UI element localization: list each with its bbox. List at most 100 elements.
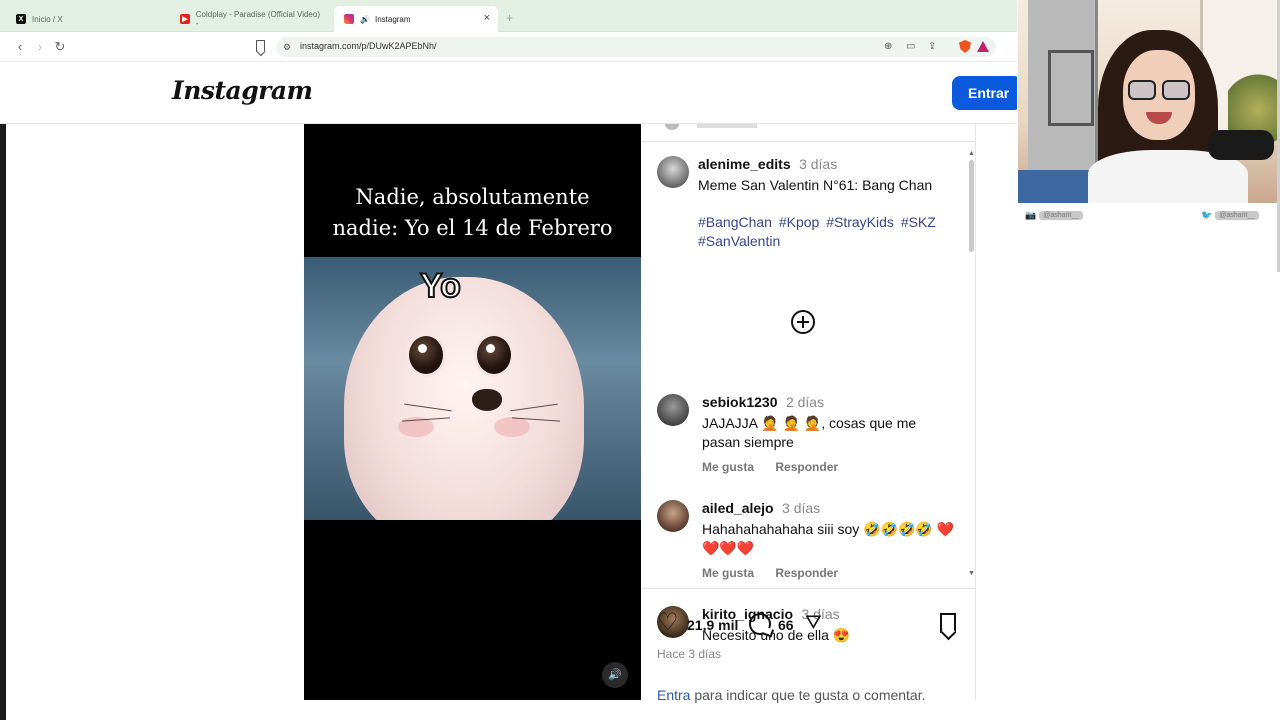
zoom-icon[interactable]: ⊕ bbox=[884, 41, 892, 52]
new-tab-button[interactable]: + bbox=[506, 11, 513, 25]
webcam-feed bbox=[1018, 0, 1280, 203]
hashtag-link[interactable]: #SanValentin bbox=[698, 233, 780, 249]
bookmark-icon[interactable] bbox=[256, 40, 265, 52]
author-avatar bbox=[665, 124, 679, 130]
seal-image: Yo bbox=[304, 257, 641, 520]
microphone bbox=[1208, 130, 1274, 160]
comments-scrollbar[interactable]: ▲ ▼ bbox=[968, 150, 976, 580]
instagram-logo[interactable]: Instagram bbox=[172, 76, 313, 105]
streamer-glasses bbox=[1128, 80, 1190, 100]
forward-icon[interactable]: › bbox=[32, 39, 48, 55]
page-edge bbox=[0, 124, 6, 720]
hashtag-link[interactable]: #StrayKids bbox=[826, 214, 894, 230]
meme-caption: Nadie, absolutamente nadie: Yo el 14 de … bbox=[304, 182, 641, 244]
whisker bbox=[404, 403, 452, 412]
instagram-icon bbox=[344, 14, 354, 24]
like-comment-button[interactable]: Me gusta bbox=[702, 566, 754, 580]
site-info-icon[interactable]: ⚙ bbox=[283, 42, 291, 53]
caption-time: 3 días bbox=[799, 156, 838, 172]
seal-nose bbox=[472, 389, 502, 411]
post-author-header bbox=[641, 124, 976, 142]
comments-count: 66 bbox=[778, 617, 794, 633]
avatar[interactable] bbox=[657, 156, 689, 188]
meme-label-yo: Yo bbox=[419, 266, 462, 306]
login-button[interactable]: Entrar bbox=[952, 76, 1022, 110]
like-comment-button[interactable]: Me gusta bbox=[702, 460, 754, 474]
reload-icon[interactable]: ↻ bbox=[52, 39, 68, 55]
speaker-icon[interactable]: 🔊 bbox=[360, 15, 370, 24]
speaker-icon[interactable]: 🔊 bbox=[602, 662, 628, 688]
hashtag-link[interactable]: #BangChan bbox=[698, 214, 772, 230]
brave-rewards-icon[interactable] bbox=[977, 41, 989, 52]
avatar[interactable] bbox=[657, 394, 689, 426]
scroll-up-icon[interactable]: ▲ bbox=[968, 150, 975, 157]
post-date: Hace 3 días bbox=[657, 647, 722, 661]
instagram-social-icon: 📷 bbox=[1025, 209, 1037, 220]
x-logo-icon: X bbox=[16, 14, 26, 24]
meme-caption-line-2: nadie: Yo el 14 de Febrero bbox=[332, 216, 613, 240]
login-prompt-text: para indicar que te gusta o comentar. bbox=[690, 687, 926, 703]
tab-x[interactable]: X Inicio / X bbox=[6, 6, 166, 32]
browser-toolbar: ‹ › ↻ ⚙ instagram.com/p/DUwK2APEbNh/ ⊕ ▭… bbox=[0, 32, 1017, 62]
tab-title: Coldplay - Paradise (Official Video) - bbox=[195, 10, 320, 28]
instagram-page: Instagram Entrar Nadie, absolutamente na… bbox=[0, 62, 1022, 720]
heart-icon[interactable]: ♡ bbox=[657, 611, 679, 635]
reply-button[interactable]: Responder bbox=[775, 566, 838, 580]
tab-youtube[interactable]: ▶ Coldplay - Paradise (Official Video) - bbox=[170, 6, 332, 32]
browser-tab-bar: X Inicio / X ▶ Coldplay - Paradise (Offi… bbox=[0, 0, 1017, 32]
cast-icon[interactable]: ▭ bbox=[906, 41, 915, 52]
seal-figure bbox=[344, 277, 584, 520]
load-more-comments-icon[interactable] bbox=[791, 310, 815, 334]
post-media[interactable]: Nadie, absolutamente nadie: Yo el 14 de … bbox=[304, 124, 641, 700]
stream-overlay: 📷 @asharit__ 🐦 @asharit__ bbox=[1017, 0, 1280, 720]
comment-username[interactable]: sebiok1230 bbox=[702, 394, 778, 410]
social-handle-text: @asharit__ bbox=[1215, 210, 1260, 220]
bookmark-save-icon[interactable] bbox=[940, 613, 956, 633]
comment-time: 3 días bbox=[782, 500, 821, 516]
screen: X Inicio / X ▶ Coldplay - Paradise (Offi… bbox=[0, 0, 1280, 720]
address-bar[interactable]: ⚙ instagram.com/p/DUwK2APEbNh/ ⊕ ▭ ⇪ bbox=[276, 37, 996, 57]
comment-username[interactable]: ailed_alejo bbox=[702, 500, 774, 516]
post-action-bar: ♡ 21,9 mil 66 ⛛ Hace 3 días Entra para i… bbox=[641, 588, 976, 703]
login-prompt: Entra para indicar que te gusta o coment… bbox=[657, 687, 926, 703]
twitter-social-icon: 🐦 bbox=[1201, 209, 1213, 220]
whisker bbox=[510, 403, 558, 412]
hashtags: #BangChan #Kpop #StrayKids #SKZ #SanVale… bbox=[698, 213, 958, 251]
close-tab-icon[interactable]: × bbox=[484, 12, 490, 24]
avatar[interactable] bbox=[657, 500, 689, 532]
youtube-icon: ▶ bbox=[180, 14, 190, 24]
brave-shield-icon[interactable] bbox=[959, 40, 971, 53]
likes-count[interactable]: 21,9 mil bbox=[687, 617, 738, 633]
comment-text: Hahahahahahaha siii soy 🤣🤣🤣🤣 ❤️❤️❤️❤️ bbox=[702, 521, 955, 556]
seal-cheek bbox=[494, 417, 530, 437]
social-handle-left: 📷 @asharit__ bbox=[1025, 208, 1084, 222]
comment-text: JAJAJJA 🤦 🤦 🤦, cosas que me pasan siempr… bbox=[702, 415, 917, 450]
seal-eye bbox=[406, 333, 446, 377]
hashtag-link[interactable]: #SKZ bbox=[901, 214, 936, 230]
scroll-down-icon[interactable]: ▼ bbox=[968, 570, 975, 577]
comment-actions: Me gusta Responder bbox=[702, 566, 958, 580]
login-link[interactable]: Entra bbox=[657, 687, 690, 703]
back-icon[interactable]: ‹ bbox=[12, 39, 28, 55]
share-icon[interactable]: ⛛ bbox=[805, 612, 822, 634]
reply-button[interactable]: Responder bbox=[775, 460, 838, 474]
scroll-thumb[interactable] bbox=[969, 160, 974, 252]
tab-title: Instagram bbox=[374, 14, 411, 24]
tab-instagram[interactable]: 🔊 Instagram × bbox=[334, 6, 498, 32]
meme-caption-line-1: Nadie, absolutamente bbox=[355, 185, 590, 209]
share-page-icon[interactable]: ⇪ bbox=[928, 41, 936, 52]
author-name bbox=[697, 124, 757, 128]
instagram-header: Instagram Entrar bbox=[0, 62, 1022, 124]
url-text[interactable]: instagram.com/p/DUwK2APEbNh/ bbox=[300, 41, 437, 51]
hashtag-link[interactable]: #Kpop bbox=[779, 214, 819, 230]
comments-panel: ▲ ▼ alenime_edits 3 días Meme San Valent… bbox=[641, 124, 976, 703]
comment-time: 2 días bbox=[785, 394, 825, 410]
social-handle-right: 🐦 @asharit__ bbox=[1201, 208, 1260, 222]
comment-icon[interactable] bbox=[749, 613, 771, 635]
webcam-background-door bbox=[1028, 0, 1098, 180]
comment-actions: Me gusta Responder bbox=[702, 460, 958, 474]
seal-eye bbox=[474, 333, 514, 377]
caption-username[interactable]: alenime_edits bbox=[698, 156, 791, 172]
social-handle-text: @asharit__ bbox=[1039, 210, 1084, 220]
tab-title: Inicio / X bbox=[32, 14, 63, 24]
